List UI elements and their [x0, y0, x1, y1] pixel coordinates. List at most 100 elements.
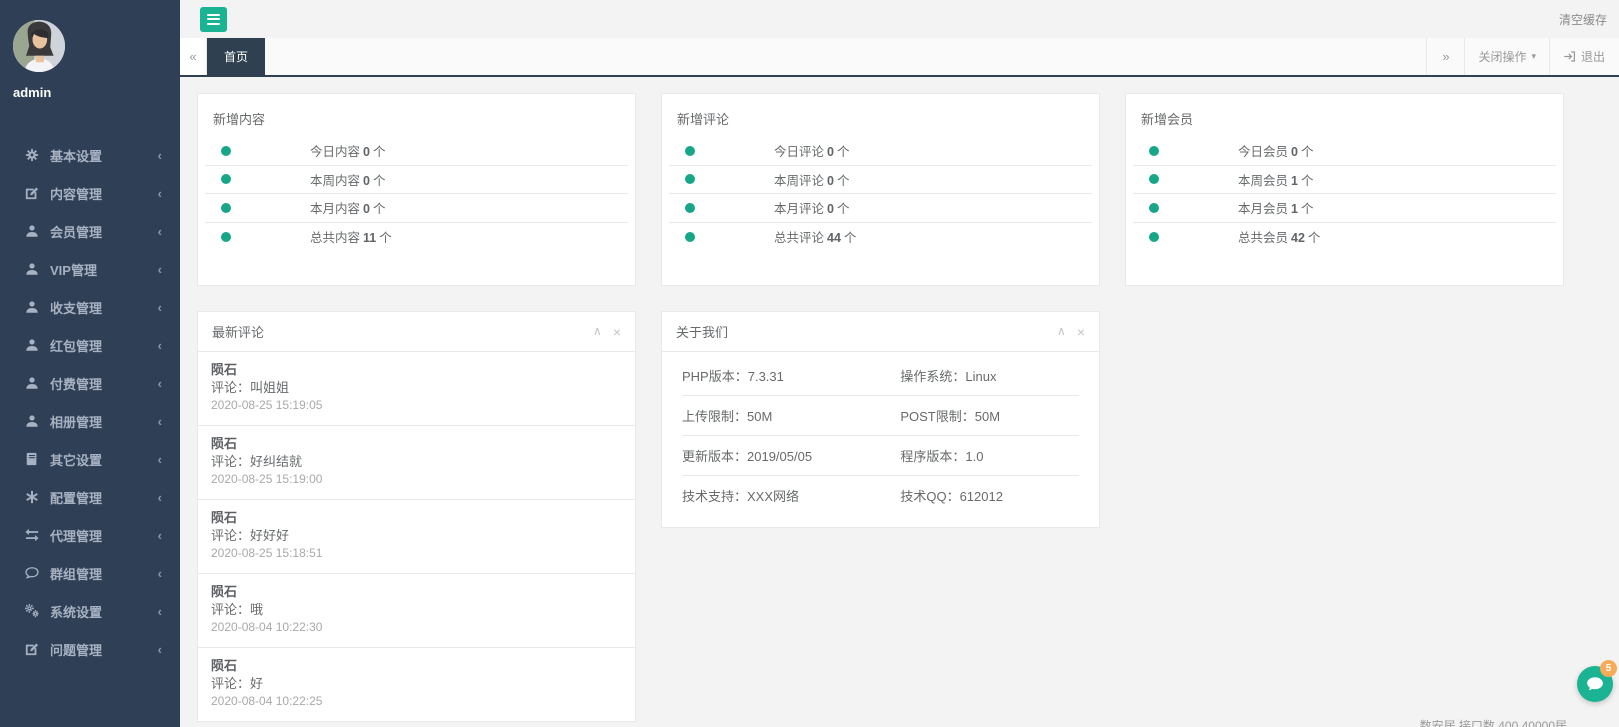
close-icon[interactable]: ×	[613, 325, 621, 339]
sidebar-item-config-mgmt[interactable]: 配置管理 ‹	[0, 478, 180, 516]
stat-suffix: 个	[1300, 145, 1314, 160]
collapse-icon[interactable]: ∧	[593, 325, 602, 339]
user-icon	[25, 414, 39, 428]
comment-item: 陨石 评论：好 2020-08-04 10:22:25	[198, 648, 635, 721]
comment-date: 2020-08-04 10:22:30	[211, 620, 323, 634]
comment-item: 陨石 评论：好纠结就 2020-08-25 15:19:00	[198, 426, 635, 500]
stat-row: 本周内容 0 个	[205, 166, 628, 194]
card-title: 新增评论	[677, 112, 730, 127]
green-dot-icon	[1149, 174, 1159, 185]
close-operations-label: 关闭操作	[1478, 50, 1527, 64]
sidebar-item-vip-mgmt[interactable]: VIP管理 ‹	[0, 250, 180, 288]
chevron-left-icon: ‹	[157, 451, 162, 467]
about-value: Linux	[965, 369, 997, 384]
about-value: 612012	[959, 489, 1003, 504]
chat-bubble-icon	[1586, 675, 1604, 693]
new-content-card: 新增内容 今日内容 0 个 本周内容 0 个 本月内容 0 个 总共内容 11 个	[197, 93, 636, 286]
about-row: PHP版本：7.3.31 操作系统：Linux	[682, 356, 1079, 396]
stat-label: 总共会员	[1238, 231, 1289, 246]
edit-icon	[25, 186, 39, 200]
stat-suffix: 个	[836, 202, 850, 217]
comment-author: 陨石	[211, 658, 238, 673]
green-dot-icon	[221, 174, 231, 185]
logout-label: 退出	[1580, 50, 1605, 64]
tab-home[interactable]: 首页	[207, 38, 266, 75]
chevron-left-icon: ‹	[157, 641, 162, 657]
chevron-left-icon: ‹	[157, 375, 162, 391]
sidebar-item-label: 付费管理	[50, 376, 103, 392]
about-row: 更新版本：2019/05/05 程序版本：1.0	[682, 436, 1079, 476]
gear-icon	[25, 148, 39, 162]
sidebar-item-label: VIP管理	[50, 262, 97, 278]
sidebar-item-basic-settings[interactable]: 基本设置 ‹	[0, 136, 180, 174]
new-comments-card: 新增评论 今日评论 0 个 本周评论 0 个 本月评论 0 个 总共评论 44 个	[661, 93, 1100, 286]
stat-suffix: 个	[372, 145, 386, 160]
green-dot-icon	[685, 145, 695, 156]
sidebar: admin 基本设置 ‹ 内容管理 ‹ 会员管理 ‹ VIP管理 ‹ 收支管理 …	[0, 0, 180, 727]
stat-label: 今日评论	[774, 145, 825, 160]
about-value: 2019/05/05	[747, 449, 813, 464]
user-icon	[25, 300, 39, 314]
about-label: 技术QQ：	[900, 489, 960, 504]
latest-comments-card: 最新评论 ∧ × 陨石 评论：叫姐姐 2020-08-25 15:19:05 陨…	[197, 311, 636, 722]
stat-value: 11	[363, 231, 377, 246]
about-label: 技术支持：	[682, 489, 748, 504]
scroll-tabs-left-button[interactable]: «	[180, 38, 207, 75]
sidebar-item-album-mgmt[interactable]: 相册管理 ‹	[0, 402, 180, 440]
scroll-tabs-right-button[interactable]: »	[1426, 38, 1465, 75]
sidebar-item-content-mgmt[interactable]: 内容管理 ‹	[0, 174, 180, 212]
sidebar-item-label: 群组管理	[50, 566, 103, 582]
stat-suffix: 个	[1300, 173, 1314, 188]
sidebar-item-label: 系统设置	[50, 604, 103, 620]
chat-widget-button[interactable]: 5	[1577, 660, 1617, 702]
sidebar-item-question-mgmt[interactable]: 问题管理 ‹	[0, 630, 180, 668]
card-title: 最新评论	[212, 325, 265, 340]
comment-author: 陨石	[211, 436, 238, 451]
stat-suffix: 个	[843, 231, 857, 246]
stat-row: 本周会员 1 个	[1133, 166, 1556, 194]
user-icon	[25, 376, 39, 390]
sidebar-item-payment-mgmt[interactable]: 付费管理 ‹	[0, 364, 180, 402]
chevron-left-icon: ‹	[157, 299, 162, 315]
comment-author: 陨石	[211, 584, 238, 599]
close-icon[interactable]: ×	[1077, 325, 1085, 339]
sidebar-item-label: 内容管理	[50, 186, 103, 202]
sidebar-item-member-mgmt[interactable]: 会员管理 ‹	[0, 212, 180, 250]
chevron-left-icon: ‹	[157, 261, 162, 277]
sidebar-item-redpacket-mgmt[interactable]: 红包管理 ‹	[0, 326, 180, 364]
clear-cache-link[interactable]: 清空缓存	[1559, 11, 1607, 28]
collapse-icon[interactable]: ∧	[1057, 325, 1066, 339]
logout-button[interactable]: 退出	[1548, 38, 1619, 75]
tab-bar: « 首页 » 关闭操作 ▾ 退出	[180, 38, 1619, 77]
comment-text: 评论：好纠结就	[211, 454, 303, 469]
stat-value: 1	[1291, 202, 1298, 217]
user-icon	[25, 224, 39, 238]
sidebar-item-system-settings[interactable]: 系统设置 ‹	[0, 592, 180, 630]
stat-row: 今日内容 0 个	[205, 137, 628, 166]
sidebar-item-other-settings[interactable]: 其它设置 ‹	[0, 440, 180, 478]
sidebar-item-label: 收支管理	[50, 300, 103, 316]
stat-suffix: 个	[379, 231, 392, 246]
stat-value: 0	[827, 202, 834, 217]
stat-label: 总共内容	[310, 231, 361, 246]
username: admin	[13, 85, 52, 100]
stat-row: 本周评论 0 个	[669, 166, 1092, 194]
comment-icon	[25, 566, 39, 580]
stat-label: 本月内容	[310, 202, 361, 217]
card-title: 关于我们	[676, 325, 729, 340]
about-label: 更新版本：	[682, 449, 748, 464]
sidebar-item-agent-mgmt[interactable]: 代理管理 ‹	[0, 516, 180, 554]
stat-value: 0	[363, 202, 370, 217]
about-value: 50M	[747, 409, 773, 424]
sidebar-item-label: 会员管理	[50, 224, 103, 240]
sidebar-item-income-mgmt[interactable]: 收支管理 ‹	[0, 288, 180, 326]
about-row: 上传限制：50M POST限制：50M	[682, 396, 1079, 436]
stat-row: 总共内容 11 个	[205, 223, 628, 252]
sidebar-item-group-mgmt[interactable]: 群组管理 ‹	[0, 554, 180, 592]
close-operations-dropdown[interactable]: 关闭操作 ▾	[1464, 38, 1549, 75]
stat-row: 今日评论 0 个	[669, 137, 1092, 166]
green-dot-icon	[1149, 202, 1159, 213]
green-dot-icon	[221, 231, 231, 242]
user-icon	[25, 262, 39, 276]
hamburger-menu-button[interactable]	[200, 6, 227, 32]
